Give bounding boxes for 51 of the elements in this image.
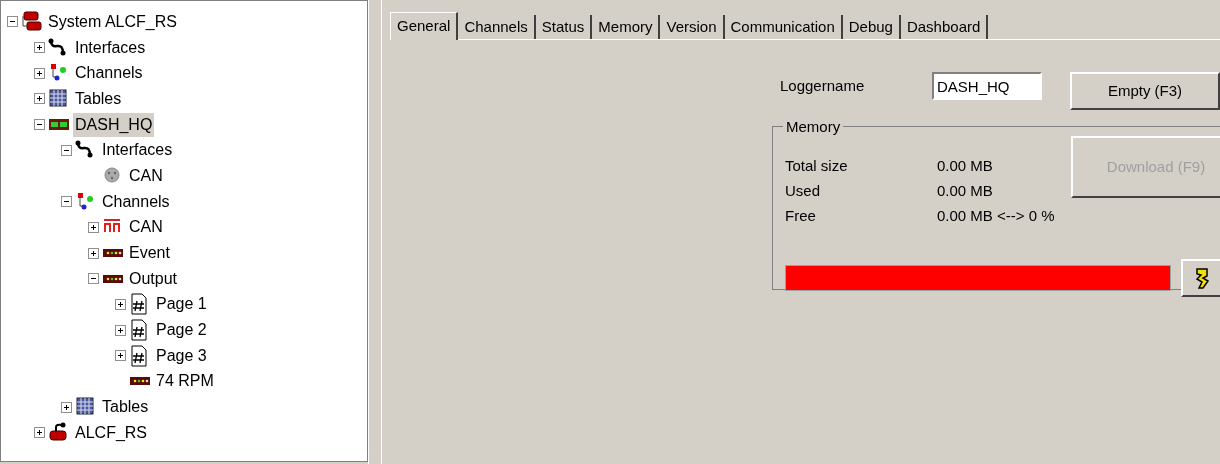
tree-item[interactable]: DASH_HQ [73, 112, 155, 137]
tree-item[interactable]: Tables [100, 395, 151, 420]
tree-item[interactable]: Page 1 [154, 292, 209, 317]
tree-item[interactable]: CAN [127, 215, 165, 240]
empty-button[interactable]: Empty (F3) [1070, 72, 1220, 110]
tree-item[interactable]: Channels [100, 189, 172, 214]
field-value: 0.00 MB <--> 0 % [937, 206, 1055, 227]
tree-item[interactable]: Interfaces [73, 35, 148, 60]
system-icon [21, 10, 43, 33]
tree-item[interactable]: Page 3 [154, 343, 209, 368]
tree-item[interactable]: ALCF_RS [73, 420, 150, 445]
expand-icon[interactable] [34, 93, 45, 105]
led-display-icon [102, 273, 124, 284]
field-label: Total size [785, 156, 849, 177]
collapse-icon[interactable] [34, 119, 45, 131]
tree-item[interactable]: Channels [73, 61, 145, 86]
collapse-icon[interactable] [61, 144, 72, 156]
tab[interactable]: General [390, 12, 459, 40]
tree-item[interactable]: System ALCF_RS [46, 9, 179, 34]
led-display-icon [102, 248, 124, 259]
field-value: 0.00 MB [937, 156, 993, 177]
refresh-button[interactable] [1181, 259, 1220, 297]
tree-item[interactable]: Tables [73, 86, 124, 111]
collapse-icon[interactable] [7, 16, 18, 28]
expand-icon[interactable] [115, 324, 126, 336]
tree-item[interactable]: CAN [127, 163, 165, 188]
expand-icon[interactable] [115, 298, 126, 310]
tree-item[interactable]: Output [127, 266, 180, 291]
tree-item[interactable]: Event [127, 241, 172, 266]
expand-icon[interactable] [61, 401, 72, 413]
expand-icon[interactable] [88, 221, 99, 233]
field-label: Loggername [780, 75, 866, 96]
expand-icon[interactable] [115, 350, 126, 362]
table-grid-icon [48, 87, 70, 110]
logger-icon [48, 118, 70, 132]
loggername-input[interactable]: DASH_HQ [932, 72, 1042, 100]
collapse-icon[interactable] [88, 273, 99, 285]
expand-icon[interactable] [34, 427, 45, 439]
field-label: Free [785, 206, 817, 227]
expand-icon[interactable] [88, 247, 99, 259]
led-display-icon [129, 376, 151, 387]
field-value: 0.00 MB [937, 181, 993, 202]
expand-icon[interactable] [34, 67, 45, 79]
collapse-icon[interactable] [61, 196, 72, 208]
device-icon [48, 421, 70, 444]
refresh-icon [1193, 266, 1211, 290]
tree-item[interactable]: Page 2 [154, 318, 209, 343]
tree-item[interactable]: 74 RPM [154, 369, 216, 394]
tree-item[interactable]: Interfaces [100, 138, 175, 163]
expand-icon[interactable] [34, 42, 45, 54]
field-label: Used [785, 181, 822, 202]
